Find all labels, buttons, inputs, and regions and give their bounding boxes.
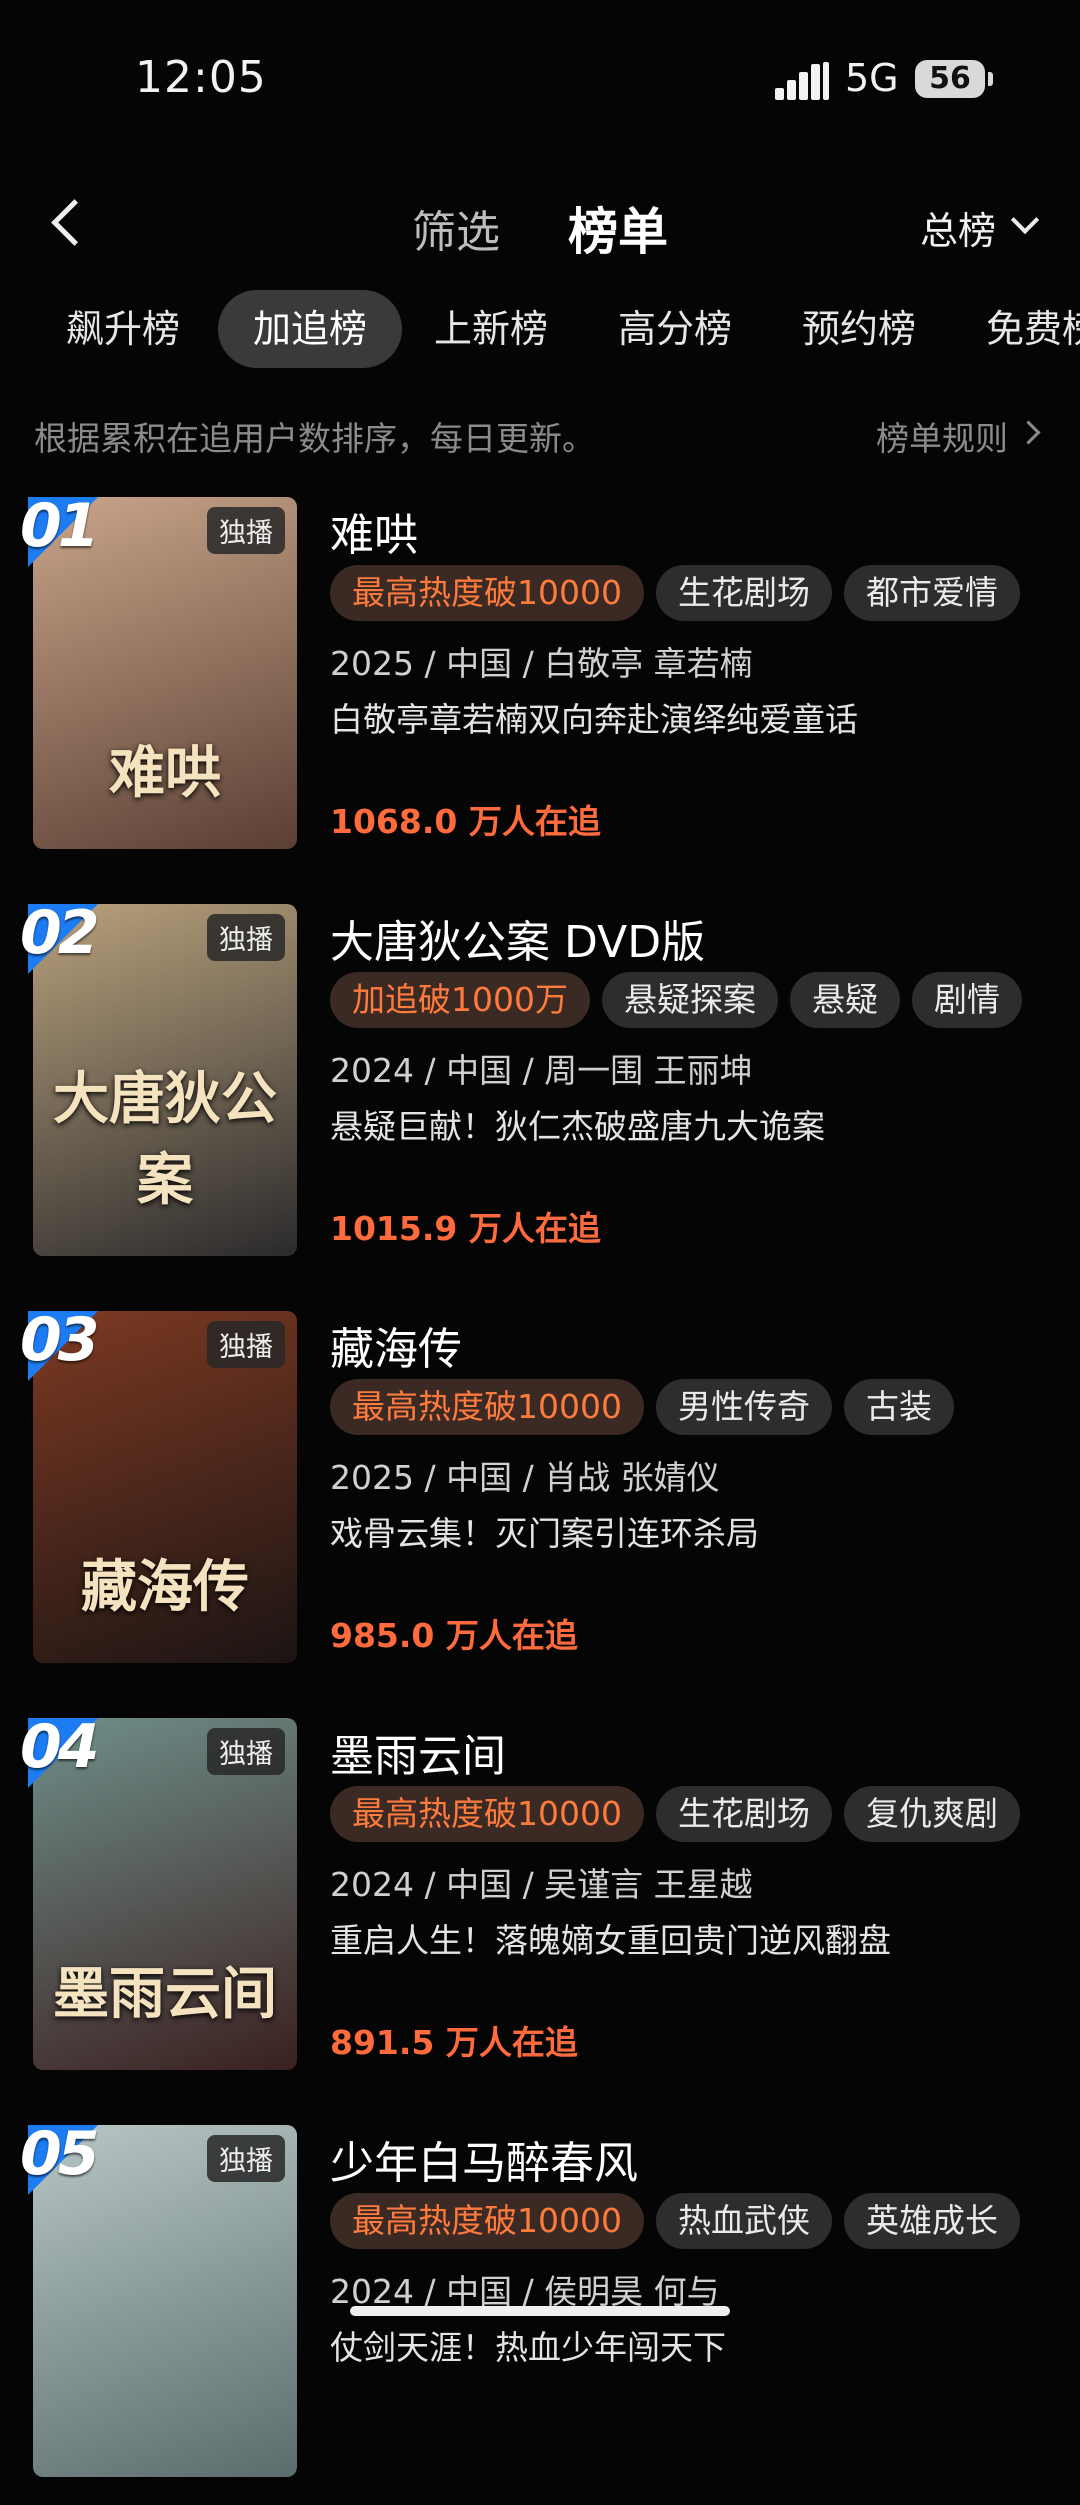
genre-tag[interactable]: 热血武侠 [655, 2193, 832, 2249]
genre-tag[interactable]: 悬疑探案 [601, 972, 778, 1028]
ranking-item[interactable]: 墨雨云间 独播 04 墨雨云间 最高热度破10000 生花剧场 复仇爽剧 2024 … [0, 1712, 1080, 2098]
exclusive-badge: 独播 [207, 914, 285, 961]
show-title[interactable]: 藏海传 [330, 1313, 462, 1377]
rank-number: 02 [20, 898, 99, 968]
heat-tag[interactable]: 最高热度破10000 [330, 2193, 644, 2249]
show-title[interactable]: 少年白马醉春风 [330, 2127, 638, 2191]
show-title[interactable]: 难哄 [330, 499, 418, 563]
genre-tag[interactable]: 复仇爽剧 [843, 1786, 1020, 1842]
show-intro: 戏骨云集！灭门案引连环杀局 [330, 1514, 759, 1553]
heat-tag[interactable]: 最高热度破10000 [330, 1786, 644, 1842]
tag-list: 最高热度破10000 生花剧场 复仇爽剧 [330, 1786, 1032, 1842]
follower-count: 985.0 万人在追 [330, 1616, 578, 1655]
ranking-description: 根据累积在追用户数排序，每日更新。 [34, 419, 595, 458]
genre-tag[interactable]: 生花剧场 [655, 565, 832, 621]
rank-badge: 01 [20, 491, 120, 571]
follower-count: 1068.0 万人在追 [330, 802, 601, 841]
tag-list: 最高热度破10000 热血武侠 英雄成长 [330, 2193, 1032, 2249]
category-tabs: 飙升榜 加追榜 上新榜 高分榜 预约榜 免费榜 [0, 290, 1080, 370]
genre-tag[interactable]: 剧情 [911, 972, 1022, 1028]
genre-tag[interactable]: 古装 [843, 1379, 954, 1435]
rank-badge: 03 [20, 1305, 120, 1385]
rank-number: 03 [20, 1305, 99, 1375]
heat-tag[interactable]: 加追破1000万 [330, 972, 590, 1028]
show-meta: 2024 / 中国 / 周一围 王丽坤 [330, 1051, 753, 1090]
follower-count: 891.5 万人在追 [330, 2023, 578, 2062]
heat-tag[interactable]: 最高热度破10000 [330, 565, 644, 621]
genre-tag[interactable]: 都市爱情 [843, 565, 1020, 621]
category-tab-reservation[interactable]: 预约榜 [802, 290, 916, 368]
network-type: 5G [845, 56, 899, 100]
genre-tag[interactable]: 生花剧场 [655, 1786, 832, 1842]
ranking-item[interactable]: 大唐狄公案 独播 02 大唐狄公案 DVD版 加追破1000万 悬疑探案 悬疑 剧情 … [0, 898, 1080, 1284]
category-tab-high-score[interactable]: 高分榜 [618, 290, 732, 368]
category-tab-rising[interactable]: 飙升榜 [66, 290, 180, 368]
nav-bar: 筛选 榜单 总榜 [0, 180, 1080, 270]
tag-list: 最高热度破10000 生花剧场 都市爱情 [330, 565, 1032, 621]
show-title[interactable]: 墨雨云间 [330, 1720, 506, 1784]
category-tab-followed[interactable]: 加追榜 [218, 290, 403, 368]
poster-title: 难哄 [109, 741, 221, 806]
rank-badge: 02 [20, 898, 120, 978]
show-meta: 2025 / 中国 / 白敬亭 章若楠 [330, 644, 753, 683]
rank-badge: 04 [20, 1712, 120, 1792]
tag-list: 加追破1000万 悬疑探案 悬疑 剧情 [330, 972, 1034, 1028]
rank-number: 05 [20, 2119, 99, 2189]
tab-rank[interactable]: 榜单 [568, 192, 668, 264]
category-tab-new[interactable]: 上新榜 [434, 290, 548, 368]
ranking-item[interactable]: 难哄 独播 01 难哄 最高热度破10000 生花剧场 都市爱情 2025 / 中国… [0, 491, 1080, 877]
show-meta: 2025 / 中国 / 肖战 张婧仪 [330, 1458, 720, 1497]
show-intro: 重启人生！落魄嫡女重回贵门逆风翻盘 [330, 1921, 891, 1960]
total-dropdown[interactable]: 总榜 [920, 200, 996, 255]
chevron-right-icon[interactable] [1016, 420, 1041, 445]
heat-tag[interactable]: 最高热度破10000 [330, 1379, 644, 1435]
show-intro: 悬疑巨献！狄仁杰破盛唐九大诡案 [330, 1107, 825, 1146]
show-intro: 仗剑天涯！热血少年闯天下 [330, 2328, 726, 2367]
exclusive-badge: 独播 [207, 1728, 285, 1775]
show-meta: 2024 / 中国 / 吴谨言 王星越 [330, 1865, 753, 1904]
show-intro: 白敬亭章若楠双向奔赴演绎纯爱童话 [330, 700, 858, 739]
poster-title: 大唐狄公案 [53, 1067, 277, 1213]
status-time: 12:05 [135, 52, 267, 103]
rank-number: 04 [20, 1712, 99, 1782]
exclusive-badge: 独播 [207, 1321, 285, 1368]
ranking-item[interactable]: 藏海传 独播 03 藏海传 最高热度破10000 男性传奇 古装 2025 / 中国… [0, 1305, 1080, 1691]
signal-icon [775, 62, 831, 100]
follower-count: 1015.9 万人在追 [330, 1209, 601, 1248]
exclusive-badge: 独播 [207, 2135, 285, 2182]
rank-number: 01 [20, 491, 99, 561]
tag-list: 最高热度破10000 男性传奇 古装 [330, 1379, 966, 1435]
genre-tag[interactable]: 悬疑 [789, 972, 900, 1028]
genre-tag[interactable]: 英雄成长 [843, 2193, 1020, 2249]
rules-link[interactable]: 榜单规则 [876, 412, 1008, 460]
genre-tag[interactable]: 男性传奇 [655, 1379, 832, 1435]
chevron-down-icon[interactable] [1010, 205, 1040, 235]
category-tab-free[interactable]: 免费榜 [986, 290, 1080, 368]
status-bar: 12:05 5G 56 [0, 0, 1080, 160]
tab-filter[interactable]: 筛选 [412, 196, 500, 260]
battery-icon: 56 [915, 60, 993, 98]
poster-title: 墨雨云间 [53, 1962, 277, 2027]
poster-title: 藏海传 [81, 1555, 249, 1620]
exclusive-badge: 独播 [207, 507, 285, 554]
back-icon[interactable] [40, 192, 100, 252]
home-indicator [350, 2306, 730, 2316]
rank-badge: 05 [20, 2119, 120, 2199]
show-title[interactable]: 大唐狄公案 DVD版 [330, 906, 705, 970]
